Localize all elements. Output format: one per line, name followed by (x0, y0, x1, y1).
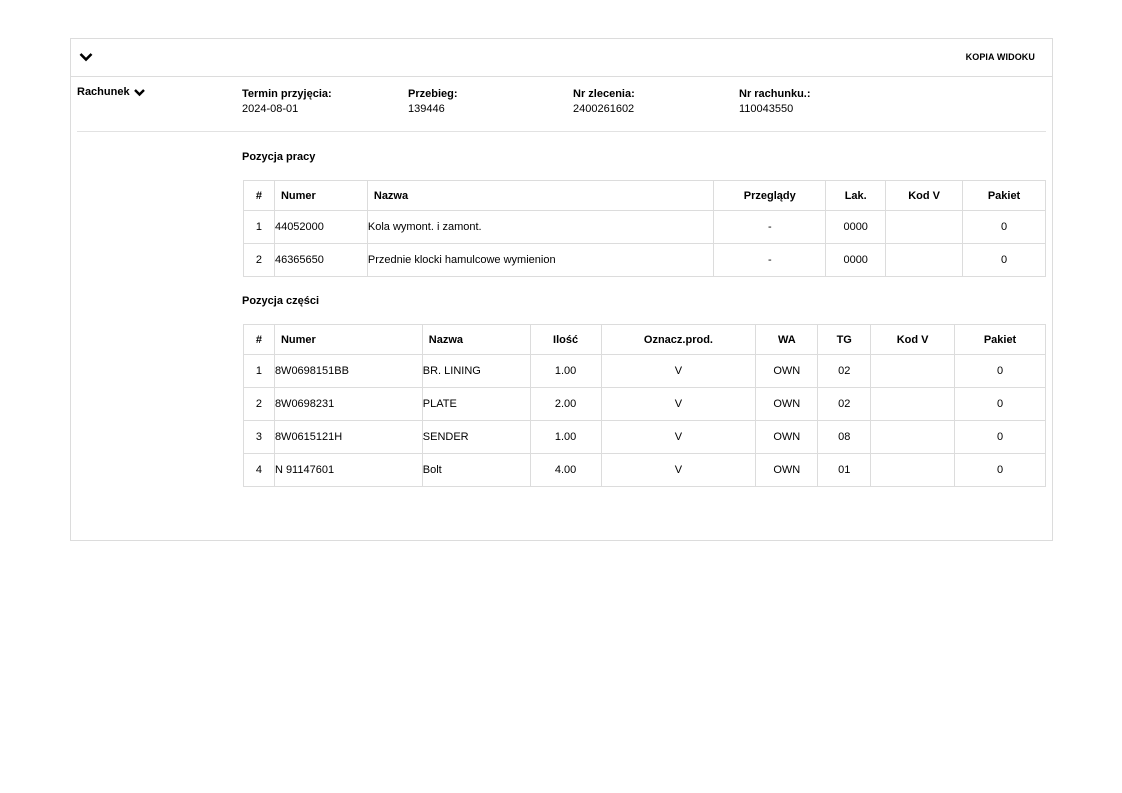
cell-index: 3 (243, 420, 275, 454)
cell-number: 44052000 (273, 210, 368, 244)
cell-index: 2 (243, 387, 275, 421)
cell-code-v (870, 453, 956, 487)
cell-name: Kola wymont. i zamont. (366, 210, 715, 244)
cell-code-v (885, 210, 964, 244)
column-header: Lak. (825, 180, 887, 211)
table-row: 2 46365650 Przednie klocki hamulcowe wym… (243, 243, 1046, 277)
column-header: TG (817, 324, 872, 355)
chevron-down-icon (133, 88, 145, 96)
cell-index: 1 (243, 210, 275, 244)
cell-number: 8W0615121H (273, 420, 423, 454)
cell-paint: 0000 (825, 210, 887, 244)
column-header: Oznacz.prod. (600, 324, 757, 355)
column-header: Pakiet (954, 324, 1046, 355)
table-row: 1 8W0698151BB BR. LINING 1.00 V OWN 02 0 (243, 354, 1046, 388)
work-items-title: Pozycja pracy (242, 151, 316, 163)
meta-label: Przebieg: (408, 88, 458, 100)
cell-number: 46365650 (273, 243, 368, 277)
cell-paint: 0000 (825, 243, 887, 277)
cell-index: 2 (243, 243, 275, 277)
cell-code-v (870, 420, 956, 454)
divider (77, 131, 1046, 132)
copy-view-button[interactable]: KOPIA WIDOKU (966, 52, 1035, 62)
cell-package: 0 (962, 210, 1046, 244)
invoice-panel: KOPIA WIDOKU Rachunek Termin przyjęcia: … (70, 38, 1053, 541)
cell-tg: 02 (817, 387, 872, 421)
cell-number: 8W0698151BB (273, 354, 423, 388)
cell-name: BR. LINING (421, 354, 531, 388)
cell-inspections: - (713, 243, 827, 277)
table-header-row: # Numer Nazwa Przeglądy Lak. Kod V Pakie… (243, 180, 1046, 211)
column-header: Pakiet (962, 180, 1046, 211)
cell-name: PLATE (421, 387, 531, 421)
meta-value: 139446 (408, 103, 445, 115)
cell-product-mark: V (600, 387, 757, 421)
section-toggle-invoice[interactable]: Rachunek (77, 86, 145, 98)
cell-product-mark: V (600, 420, 757, 454)
meta-order-number: Nr zlecenia: 2400261602 (573, 87, 635, 117)
cell-package: 0 (954, 354, 1046, 388)
cell-product-mark: V (600, 354, 757, 388)
meta-value: 2400261602 (573, 103, 635, 115)
cell-name: SENDER (421, 420, 531, 454)
cell-wa: OWN (755, 420, 819, 454)
cell-index: 4 (243, 453, 275, 487)
cell-quantity: 2.00 (529, 387, 602, 421)
meta-intake-date: Termin przyjęcia: 2024-08-01 (242, 87, 332, 117)
meta-value: 110043550 (739, 103, 794, 115)
table-header-row: # Numer Nazwa Ilość Oznacz.prod. WA TG K… (243, 324, 1046, 355)
parts-items-title: Pozycja części (242, 295, 320, 307)
cell-name: Przednie klocki hamulcowe wymienion (366, 243, 715, 277)
meta-value: 2024-08-01 (242, 103, 299, 115)
cell-index: 1 (243, 354, 275, 388)
column-header: Numer (273, 180, 368, 211)
chevron-down-icon[interactable] (79, 51, 95, 65)
meta-mileage: Przebieg: 139446 (408, 87, 458, 117)
cell-quantity: 4.00 (529, 453, 602, 487)
section-title: Rachunek (77, 86, 130, 98)
cell-number: N 91147601 (273, 453, 423, 487)
column-header: Przeglądy (713, 180, 827, 211)
column-header: Ilość (529, 324, 602, 355)
parts-items-table: # Numer Nazwa Ilość Oznacz.prod. WA TG K… (243, 324, 1046, 487)
cell-tg: 08 (817, 420, 872, 454)
column-header: Numer (273, 324, 423, 355)
cell-code-v (885, 243, 964, 277)
cell-name: Bolt (421, 453, 531, 487)
cell-wa: OWN (755, 387, 819, 421)
table-row: 3 8W0615121H SENDER 1.00 V OWN 08 0 (243, 420, 1046, 454)
column-header: Kod V (885, 180, 964, 211)
cell-wa: OWN (755, 453, 819, 487)
cell-code-v (870, 354, 956, 388)
column-header: # (243, 324, 275, 355)
cell-tg: 02 (817, 354, 872, 388)
cell-number: 8W0698231 (273, 387, 423, 421)
column-header: Kod V (870, 324, 956, 355)
table-row: 2 8W0698231 PLATE 2.00 V OWN 02 0 (243, 387, 1046, 421)
column-header: # (243, 180, 275, 211)
column-header: Nazwa (421, 324, 531, 355)
cell-wa: OWN (755, 354, 819, 388)
column-header: WA (755, 324, 819, 355)
table-row: 4 N 91147601 Bolt 4.00 V OWN 01 0 (243, 453, 1046, 487)
cell-package: 0 (962, 243, 1046, 277)
cell-quantity: 1.00 (529, 420, 602, 454)
meta-label: Nr zlecenia: (573, 88, 635, 100)
meta-invoice-number: Nr rachunku.: 110043550 (739, 87, 811, 117)
column-header: Nazwa (366, 180, 715, 211)
cell-package: 0 (954, 453, 1046, 487)
cell-tg: 01 (817, 453, 872, 487)
panel-header: KOPIA WIDOKU (71, 39, 1052, 77)
cell-package: 0 (954, 387, 1046, 421)
cell-product-mark: V (600, 453, 757, 487)
cell-package: 0 (954, 420, 1046, 454)
cell-quantity: 1.00 (529, 354, 602, 388)
table-row: 1 44052000 Kola wymont. i zamont. - 0000… (243, 210, 1046, 244)
meta-label: Termin przyjęcia: (242, 88, 332, 100)
meta-label: Nr rachunku.: (739, 88, 811, 100)
cell-inspections: - (713, 210, 827, 244)
cell-code-v (870, 387, 956, 421)
work-items-table: # Numer Nazwa Przeglądy Lak. Kod V Pakie… (243, 180, 1046, 277)
